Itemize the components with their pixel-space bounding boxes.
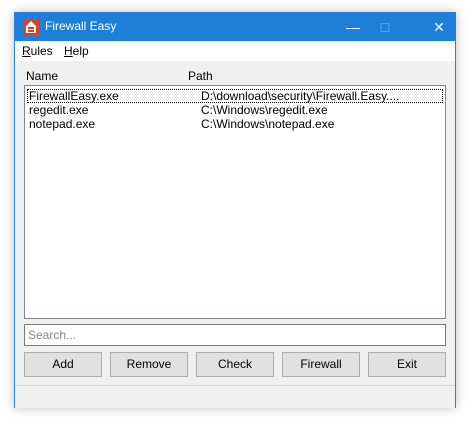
- minimize-icon[interactable]: —: [337, 13, 369, 41]
- item-path: C:\Windows\notepad.exe: [201, 117, 335, 131]
- search-input[interactable]: [24, 324, 446, 346]
- remove-button[interactable]: Remove: [110, 352, 188, 377]
- list-item[interactable]: regedit.exe C:\Windows\regedit.exe: [27, 103, 443, 117]
- column-header-name[interactable]: Name: [26, 69, 58, 83]
- item-name: notepad.exe: [29, 117, 96, 131]
- title-bar[interactable]: Firewall Easy — □ ✕: [15, 13, 455, 41]
- menu-bar: Rules Help: [15, 41, 455, 61]
- item-path: D:\download\security\Firewall.Easy....: [201, 89, 400, 103]
- menu-rules-mnemonic: R: [22, 44, 31, 58]
- menu-help[interactable]: Help: [64, 44, 89, 58]
- close-icon[interactable]: ✕: [423, 13, 455, 41]
- list-item[interactable]: notepad.exe C:\Windows\notepad.exe: [27, 117, 443, 131]
- exit-button[interactable]: Exit: [368, 352, 446, 377]
- firewall-button[interactable]: Firewall: [282, 352, 360, 377]
- menu-rules-label: ules: [30, 44, 53, 58]
- window-title: Firewall Easy: [45, 19, 117, 33]
- list-item[interactable]: FirewallEasy.exe D:\download\security\Fi…: [27, 89, 443, 103]
- app-window: Firewall Easy — □ ✕ Rules Help Name Path…: [14, 12, 456, 408]
- item-name: regedit.exe: [29, 103, 89, 117]
- column-header-path[interactable]: Path: [188, 69, 213, 83]
- add-button[interactable]: Add: [24, 352, 102, 377]
- program-list[interactable]: FirewallEasy.exe D:\download\security\Fi…: [24, 85, 446, 319]
- status-bar: [15, 385, 455, 408]
- menu-help-mnemonic: H: [64, 44, 73, 58]
- maximize-icon[interactable]: □: [369, 13, 401, 41]
- item-name: FirewallEasy.exe: [29, 89, 119, 103]
- check-button[interactable]: Check: [196, 352, 274, 377]
- menu-help-label: elp: [72, 44, 89, 58]
- menu-rules[interactable]: Rules: [22, 44, 53, 58]
- item-path: C:\Windows\regedit.exe: [201, 103, 328, 117]
- firewall-app-icon: [23, 19, 39, 35]
